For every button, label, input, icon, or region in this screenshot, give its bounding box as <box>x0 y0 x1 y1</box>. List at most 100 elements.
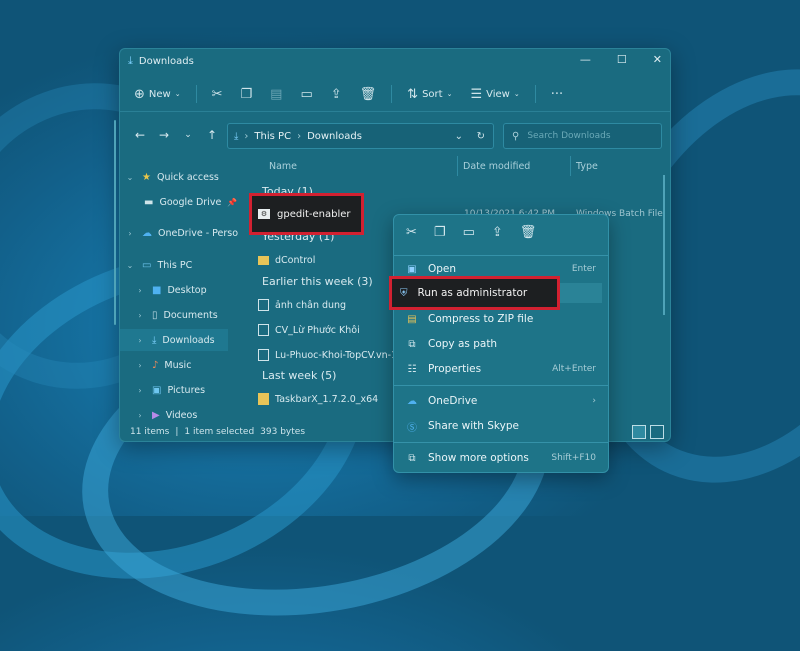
address-dropdown-icon[interactable]: ⌄ <box>455 131 463 142</box>
menu-item-compress[interactable]: ▤ Compress to ZIP file <box>394 307 608 331</box>
chevron-right-icon: › <box>138 335 142 345</box>
menu-hover-strip <box>560 283 602 303</box>
selected-file-item[interactable]: ⚙ gpedit-enabler <box>252 196 361 232</box>
breadcrumb-downloads[interactable]: Downloads <box>307 131 362 142</box>
rename-button[interactable]: ▭ <box>291 87 321 102</box>
column-header-date[interactable]: Date modified <box>463 161 530 172</box>
menu-item-onedrive[interactable]: ☁ OneDrive › <box>394 389 608 413</box>
list-item[interactable]: Lu-Phuoc-Khoi-TopCV.vn-11 <box>258 345 403 365</box>
delete-button[interactable]: 🗑 <box>351 87 386 102</box>
download-icon: ⤓ <box>128 54 133 67</box>
zip-icon: ▤ <box>407 313 417 325</box>
sort-button[interactable]: ⇅ Sort ⌄ <box>398 87 461 102</box>
recent-button[interactable]: ⌄ <box>176 130 200 140</box>
column-divider <box>570 156 571 176</box>
download-icon: ⤓ <box>152 334 157 346</box>
scissors-icon: ✂ <box>211 86 223 102</box>
sidebar-scrollbar[interactable] <box>114 120 116 325</box>
copy-button[interactable]: ❐ <box>232 87 262 102</box>
menu-label: Properties <box>428 363 482 375</box>
menu-label: Show more options <box>428 452 529 464</box>
forward-button[interactable]: → <box>152 128 176 142</box>
sidebar-label: This PC <box>157 259 193 271</box>
command-bar: ⊕ New ⌄ ✂ ❐ ▤ ▭ ⇪ 🗑 ⇅ Sort ⌄ ☰ View ⌄ ··… <box>120 77 670 112</box>
menu-divider <box>394 385 608 386</box>
new-button[interactable]: ⊕ New ⌄ <box>120 87 190 102</box>
list-item[interactable]: CV_Lừ Phước Khôi <box>258 320 360 340</box>
sidebar-item-documents[interactable]: › ▯ Documents <box>134 304 217 326</box>
paste-button[interactable]: ▤ <box>261 87 291 102</box>
menu-label: Open <box>428 263 457 275</box>
share-icon[interactable]: ⇪ <box>492 225 503 240</box>
sidebar-item-music[interactable]: › ♪ Music <box>134 354 191 376</box>
menu-item-skype[interactable]: Ⓢ Share with Skype <box>394 414 608 438</box>
menu-shortcut: Enter <box>571 264 596 274</box>
file-name: Lu-Phuoc-Khoi-TopCV.vn-11 <box>275 349 404 361</box>
view-button[interactable]: ☰ View ⌄ <box>461 87 528 102</box>
sidebar-label: Google Drive <box>159 196 222 208</box>
menu-item-run-as-administrator[interactable]: ⛨ Run as administrator <box>392 279 557 307</box>
file-name: ảnh chân dung <box>275 299 347 311</box>
list-item[interactable]: TaskbarX_1.7.2.0_x64 <box>258 389 378 409</box>
chevron-down-icon: ⌄ <box>174 90 181 98</box>
chevron-down-icon: ⌄ <box>446 90 453 98</box>
ellipsis-icon: ··· <box>550 86 564 102</box>
divider <box>391 85 393 103</box>
more-options-icon: ⧉ <box>408 452 416 464</box>
title-bar: ⤓ Downloads — ☐ ✕ <box>120 49 670 73</box>
chevron-right-icon: › <box>138 360 142 370</box>
cloud-icon: ☁ <box>142 227 152 239</box>
sidebar-item-quick-access[interactable]: ⌄ ★ Quick access <box>124 166 219 188</box>
share-button[interactable]: ⇪ <box>322 87 351 102</box>
tiles-view-button[interactable] <box>650 425 664 439</box>
group-header-last-week[interactable]: Last week (5) <box>262 369 336 382</box>
file-list-scrollbar[interactable] <box>663 175 665 315</box>
sidebar-item-videos[interactable]: › ▶ Videos <box>134 404 197 426</box>
chevron-down-icon: ⌄ <box>126 260 134 270</box>
zip-file-icon <box>258 393 269 405</box>
menu-item-properties[interactable]: ☷ Properties Alt+Enter <box>394 357 608 381</box>
pdf-file-icon <box>258 324 269 336</box>
details-view-button[interactable] <box>632 425 646 439</box>
new-label: New <box>148 88 171 100</box>
image-file-icon <box>258 299 269 311</box>
search-input[interactable]: ⚲ Search Downloads <box>503 123 662 149</box>
column-header-name[interactable]: Name <box>269 161 297 172</box>
list-item[interactable]: dControl <box>258 250 315 270</box>
close-button[interactable]: ✕ <box>653 53 662 66</box>
divider <box>534 85 536 103</box>
menu-item-copy-path[interactable]: ⧉ Copy as path <box>394 332 608 356</box>
menu-divider <box>394 255 608 256</box>
list-item[interactable]: ảnh chân dung <box>258 295 346 315</box>
caption-buttons: — ☐ ✕ <box>580 53 662 66</box>
search-placeholder: Search Downloads <box>527 131 611 141</box>
cloud-icon: ☁ <box>407 395 417 407</box>
rename-icon[interactable]: ▭ <box>463 225 475 240</box>
maximize-button[interactable]: ☐ <box>617 53 627 66</box>
menu-label: Copy as path <box>428 338 498 350</box>
up-button[interactable]: ↑ <box>200 128 224 142</box>
view-toggle <box>632 425 664 439</box>
refresh-icon[interactable]: ↻ <box>477 131 485 142</box>
sidebar-item-pictures[interactable]: › ▣ Pictures <box>134 379 205 401</box>
group-header-earlier[interactable]: Earlier this week (3) <box>262 275 373 288</box>
sidebar-item-desktop[interactable]: › ■ Desktop <box>134 279 206 301</box>
more-button[interactable]: ··· <box>542 87 572 102</box>
trash-icon[interactable]: 🗑 <box>520 225 537 240</box>
back-button[interactable]: ← <box>128 128 152 142</box>
sidebar-item-downloads[interactable]: › ⤓ Downloads <box>120 329 228 351</box>
address-bar[interactable]: ⤓ › This PC › Downloads ⌄ ↻ <box>227 123 494 149</box>
column-header-type[interactable]: Type <box>576 161 598 172</box>
pictures-icon: ▣ <box>152 384 162 396</box>
minimize-button[interactable]: — <box>580 53 591 66</box>
sidebar-item-onedrive[interactable]: › ☁ OneDrive - Perso <box>124 222 238 244</box>
breadcrumb-this-pc[interactable]: This PC <box>254 131 291 142</box>
sidebar-item-google-drive[interactable]: ▬ Google Drive 📌 <box>144 191 237 213</box>
desktop-icon: ■ <box>152 284 162 296</box>
scissors-icon[interactable]: ✂ <box>406 225 417 240</box>
window-title: Downloads <box>138 55 194 67</box>
copy-icon[interactable]: ❐ <box>434 225 446 240</box>
sidebar-item-this-pc[interactable]: ⌄ ▭ This PC <box>124 254 193 276</box>
menu-item-show-more[interactable]: ⧉ Show more options Shift+F10 <box>394 446 608 470</box>
cut-button[interactable]: ✂ <box>203 87 232 102</box>
